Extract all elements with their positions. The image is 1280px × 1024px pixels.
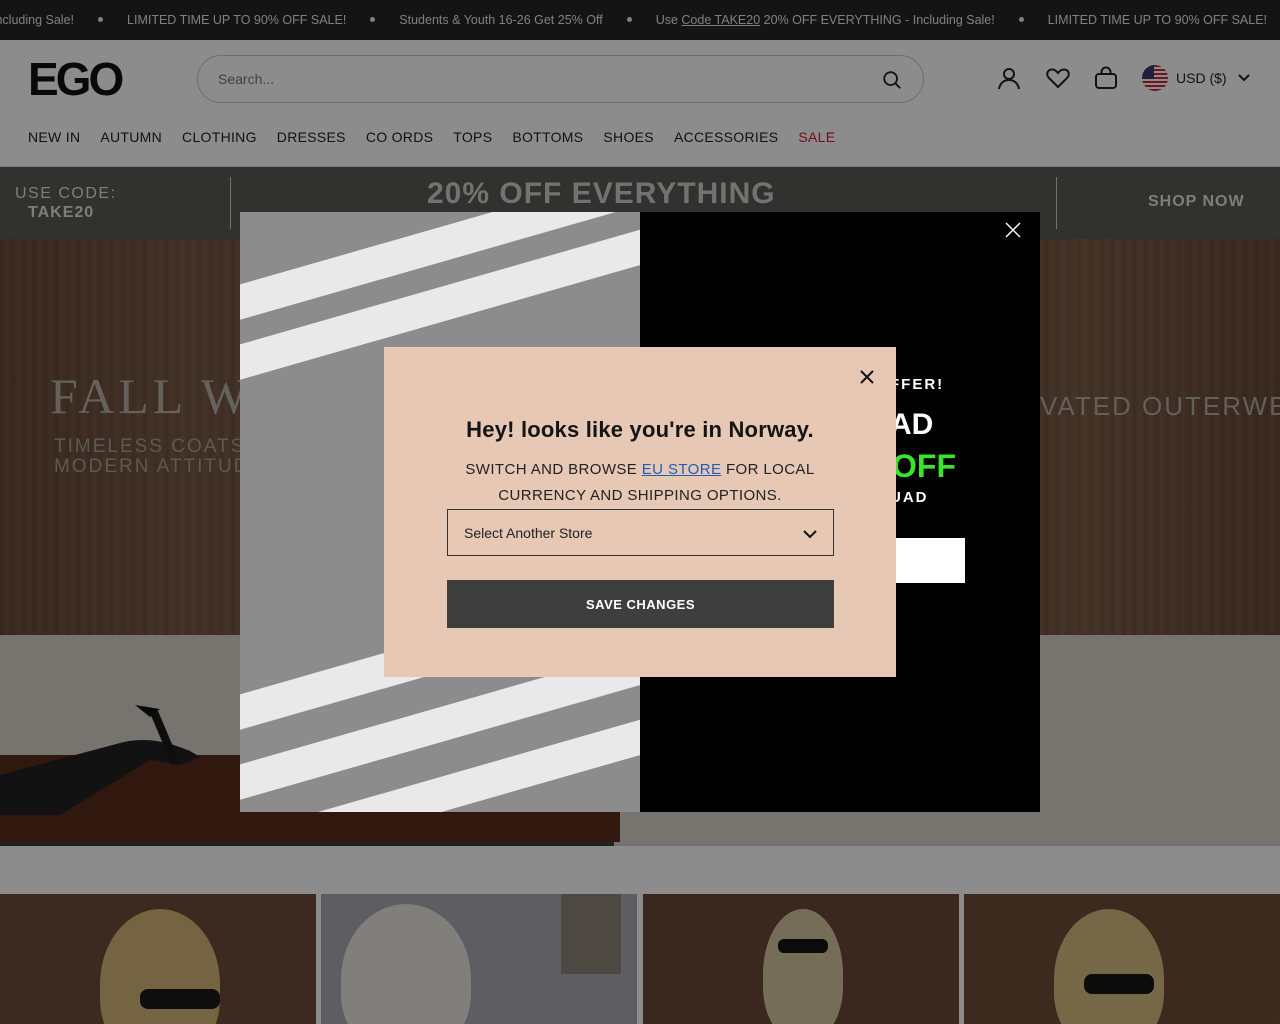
eu-store-link[interactable]: EU STORE (642, 461, 722, 478)
popup-submit-button[interactable] (890, 538, 965, 583)
chevron-down-icon (803, 530, 817, 539)
geo-redirect-modal: Hey! looks like you're in Norway. SWITCH… (384, 347, 896, 677)
popup-headline: AD (890, 408, 934, 441)
modal-description: SWITCH AND BROWSE EU STORE FOR LOCAL CUR… (444, 457, 836, 509)
close-icon[interactable] (856, 366, 878, 388)
popup-offer-text: FFER! (890, 376, 945, 393)
popup-discount: OFF (892, 448, 956, 484)
close-icon[interactable] (1002, 219, 1024, 241)
modal-title: Hey! looks like you're in Norway. (466, 417, 814, 442)
store-select[interactable]: Select Another Store (447, 509, 834, 556)
modal-text-before: SWITCH AND BROWSE (465, 461, 642, 478)
store-select-value: Select Another Store (464, 525, 593, 541)
save-changes-button[interactable]: SAVE CHANGES (447, 580, 834, 628)
